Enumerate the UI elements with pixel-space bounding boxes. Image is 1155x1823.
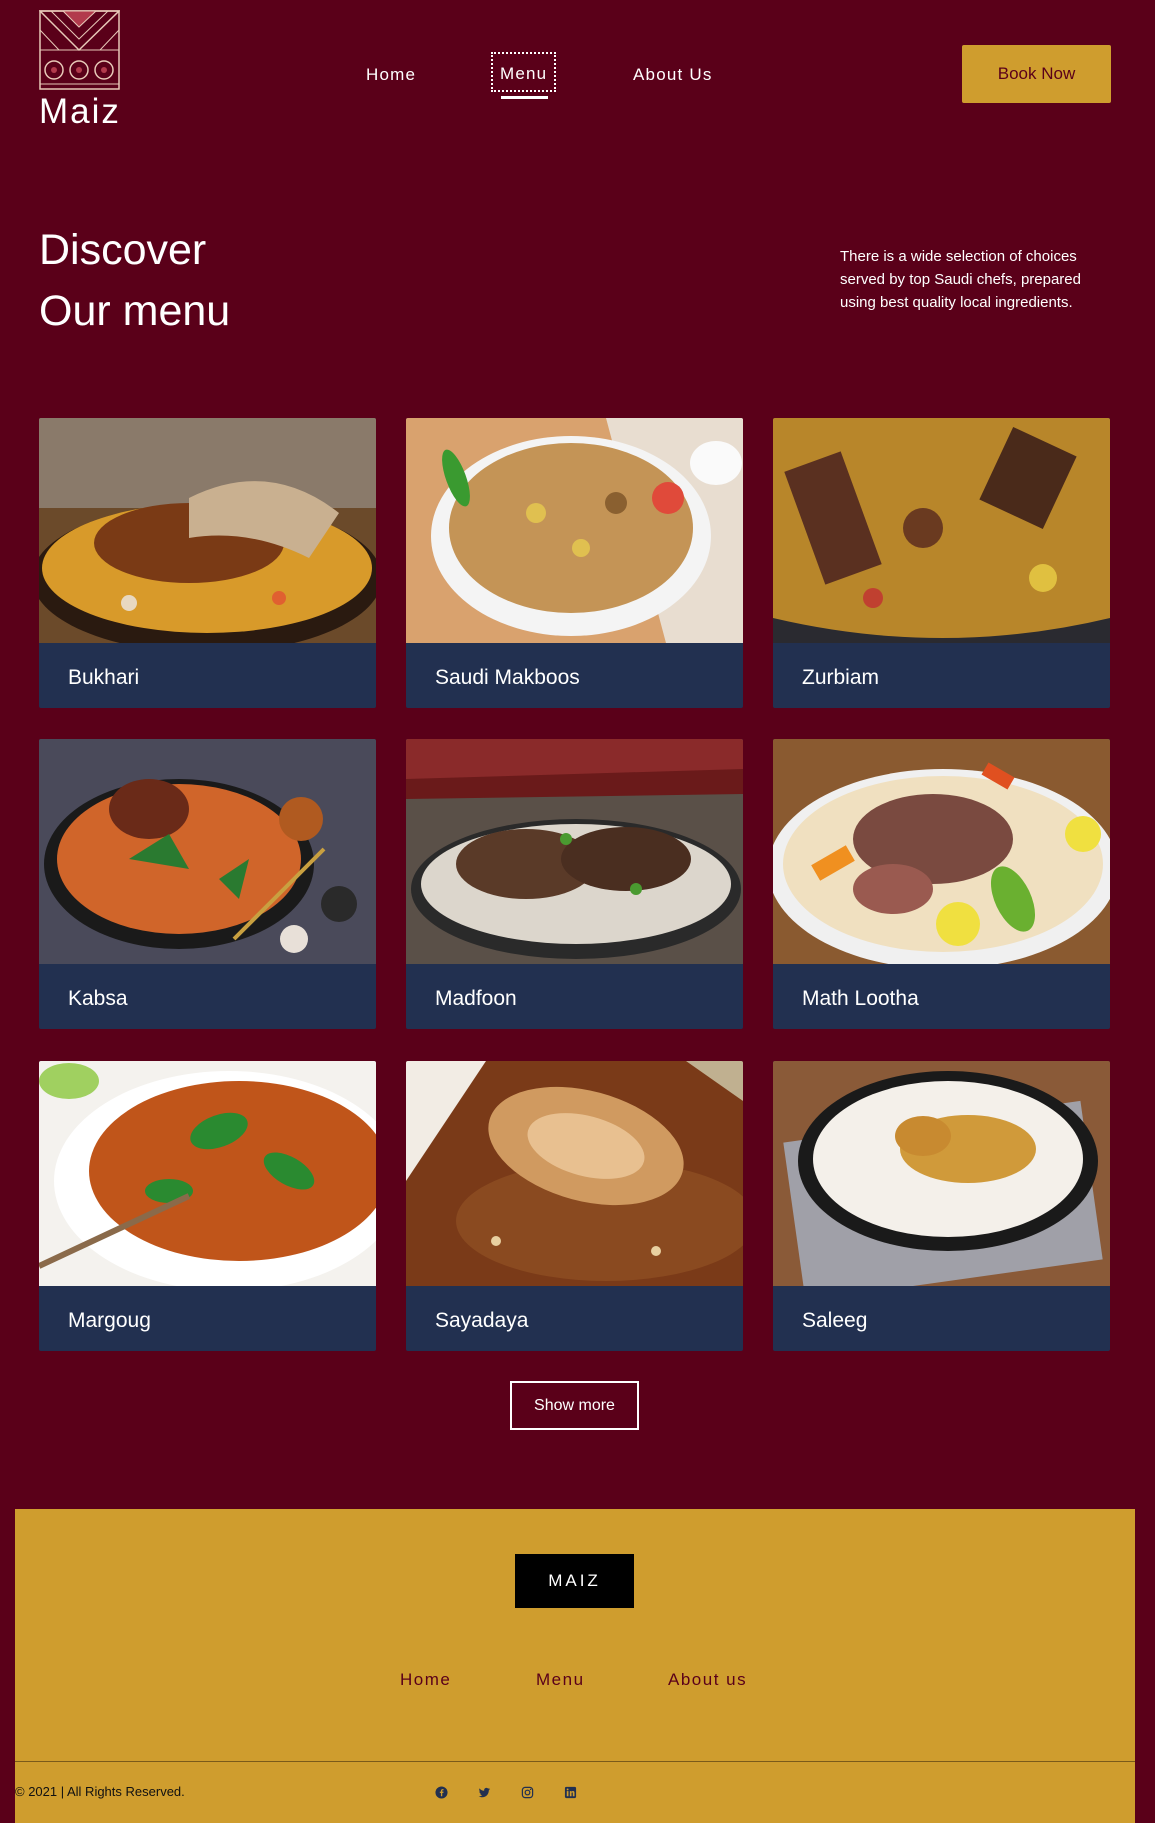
footer-divider: [15, 1761, 1135, 1762]
book-now-button[interactable]: Book Now: [962, 45, 1111, 103]
dish-photo: [773, 418, 1110, 643]
page-title-line-1: Discover: [39, 226, 207, 274]
dish-name: Bukhari: [68, 666, 140, 689]
dish-photo: [406, 1061, 743, 1286]
menu-card-saudi-makboos[interactable]: Saudi Makboos: [406, 418, 743, 708]
logo-text: Maiz: [39, 92, 121, 131]
dish-photo: [406, 739, 743, 964]
page-title: Discover Our menu: [39, 220, 230, 342]
show-more-button[interactable]: Show more: [510, 1381, 639, 1430]
dish-name: Sayadaya: [435, 1309, 529, 1332]
active-nav-underline: [501, 96, 548, 99]
facebook-icon[interactable]: [435, 1786, 449, 1800]
menu-card-math-lootha[interactable]: Math Lootha: [773, 739, 1110, 1029]
dish-name: Zurbiam: [802, 666, 880, 689]
dish-name: Saudi Makboos: [435, 666, 580, 689]
dish-photo: [39, 418, 376, 643]
copyright-text: © 2021 | All Rights Reserved.: [15, 1784, 185, 1799]
dish-name: Saleeg: [802, 1309, 868, 1332]
menu-card-sayadaya[interactable]: Sayadaya: [406, 1061, 743, 1351]
dish-name: Kabsa: [68, 987, 128, 1010]
footer-menu-link[interactable]: Menu: [536, 1670, 585, 1690]
dish-name: Madfoon: [435, 987, 517, 1010]
menu-card-madfoon[interactable]: Madfoon: [406, 739, 743, 1029]
intro-description: There is a wide selection of choices ser…: [840, 248, 1081, 311]
dish-photo: [773, 1061, 1110, 1286]
footer-home-link[interactable]: Home: [400, 1670, 451, 1690]
menu-card-zurbiam[interactable]: Zurbiam: [773, 418, 1110, 708]
site-header: Maiz Home Menu About Us Book Now: [0, 0, 1155, 150]
dish-photo: [39, 739, 376, 964]
footer-logo[interactable]: MAIZ: [515, 1554, 634, 1608]
nav-home-link[interactable]: Home: [366, 65, 416, 85]
menu-card-saleeg[interactable]: Saleeg: [773, 1061, 1110, 1351]
instagram-icon[interactable]: [521, 1786, 535, 1800]
nav-about-link[interactable]: About Us: [633, 65, 713, 85]
dish-photo: [406, 418, 743, 643]
dish-photo: [39, 1061, 376, 1286]
twitter-icon[interactable]: [478, 1786, 492, 1800]
linkedin-icon[interactable]: [564, 1786, 578, 1800]
nav-menu-link[interactable]: Menu: [490, 52, 557, 92]
dish-name: Math Lootha: [802, 987, 919, 1010]
menu-card-kabsa[interactable]: Kabsa: [39, 739, 376, 1029]
page-title-line-2: Our menu: [39, 287, 231, 335]
dish-photo: [773, 739, 1110, 964]
menu-card-bukhari[interactable]: Bukhari: [39, 418, 376, 708]
site-footer: MAIZ Home Menu About us © 2021 | All Rig…: [15, 1509, 1135, 1823]
menu-card-margoug[interactable]: Margoug: [39, 1061, 376, 1351]
dish-name: Margoug: [68, 1309, 151, 1332]
footer-about-link[interactable]: About us: [668, 1670, 747, 1690]
